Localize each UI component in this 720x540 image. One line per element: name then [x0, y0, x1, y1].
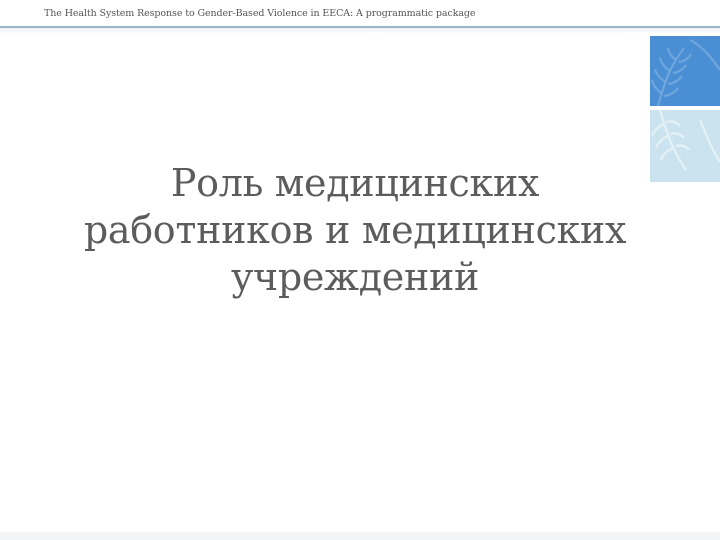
emblem-top-tile [650, 36, 720, 106]
footer-bar [0, 532, 720, 540]
un-laurel-emblem-icon [650, 39, 720, 106]
slide-title: Роль медицинских работников и медицински… [40, 160, 670, 301]
header-shadow [0, 28, 720, 34]
slide-title-line-1: Роль медицинских [170, 161, 540, 205]
header-text: The Health System Response to Gender-Bas… [44, 8, 476, 19]
slide-title-line-3: учреждений [230, 255, 480, 299]
slide-title-line-2: работников и медицинских [83, 208, 627, 252]
